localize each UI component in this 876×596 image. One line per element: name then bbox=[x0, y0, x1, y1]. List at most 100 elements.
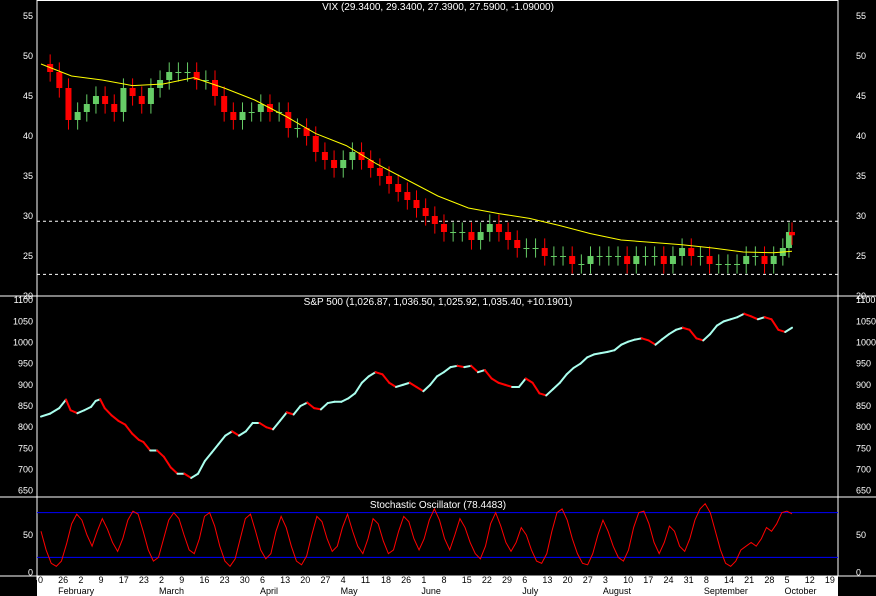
price-segment bbox=[124, 423, 134, 435]
y-tick-label: 1050 bbox=[13, 316, 33, 326]
candle-body bbox=[92, 96, 99, 104]
day-tick-label: 9 bbox=[179, 575, 184, 585]
candle-body bbox=[212, 80, 219, 96]
price-segment bbox=[285, 411, 295, 416]
candle-body bbox=[331, 160, 338, 168]
y-tick-label: 35 bbox=[23, 171, 33, 181]
price-segment bbox=[395, 383, 404, 388]
price-segment bbox=[483, 369, 493, 380]
price-segment bbox=[681, 326, 691, 331]
day-tick-label: 19 bbox=[825, 575, 835, 585]
candle-body bbox=[138, 96, 145, 104]
day-tick-label: 27 bbox=[583, 575, 593, 585]
candle-body bbox=[459, 232, 466, 233]
price-segment bbox=[750, 315, 759, 321]
price-segment bbox=[313, 407, 322, 411]
day-tick-label: 17 bbox=[119, 575, 129, 585]
price-segment bbox=[599, 350, 609, 355]
price-segment bbox=[661, 333, 671, 341]
price-segment bbox=[265, 426, 275, 431]
candle-body bbox=[312, 136, 319, 152]
day-tick-label: 23 bbox=[220, 575, 230, 585]
day-tick-label: 10 bbox=[623, 575, 633, 585]
price-segment bbox=[538, 392, 548, 397]
y-tick-label: 50 bbox=[856, 530, 866, 540]
price-segment bbox=[131, 432, 140, 441]
candle-body bbox=[285, 112, 292, 128]
price-segment bbox=[415, 385, 425, 393]
candle-body bbox=[614, 256, 621, 257]
day-tick-label: 4 bbox=[341, 575, 346, 585]
y-tick-label: 950 bbox=[856, 359, 871, 369]
candle-body bbox=[349, 152, 356, 160]
price-segment bbox=[435, 371, 445, 378]
candle-body bbox=[706, 256, 713, 264]
price-segment bbox=[449, 364, 459, 369]
candle-body bbox=[495, 224, 502, 232]
day-tick-label: 5 bbox=[785, 575, 790, 585]
month-label: August bbox=[603, 586, 632, 596]
day-tick-label: 18 bbox=[381, 575, 391, 585]
price-segment bbox=[237, 430, 247, 437]
price-segment bbox=[388, 381, 398, 388]
candle-body bbox=[789, 232, 795, 236]
price-segment bbox=[442, 366, 452, 374]
price-segment bbox=[579, 356, 589, 365]
price-segment bbox=[756, 316, 766, 321]
y-tick-label: 0 bbox=[28, 567, 33, 577]
y-tick-label: 650 bbox=[18, 486, 33, 496]
candle-body bbox=[450, 232, 457, 233]
candle-body bbox=[724, 264, 731, 265]
candle-body bbox=[468, 232, 475, 240]
day-tick-label: 26 bbox=[58, 575, 68, 585]
y-tick-label: 55 bbox=[856, 11, 866, 21]
day-tick-label: 8 bbox=[704, 575, 709, 585]
candle-body bbox=[120, 88, 127, 112]
price-segment bbox=[103, 407, 113, 417]
candle-body bbox=[505, 232, 512, 240]
candle-body bbox=[743, 256, 750, 264]
month-label: April bbox=[260, 586, 278, 596]
candle-body bbox=[532, 248, 539, 249]
candle-body bbox=[550, 256, 557, 257]
price-segment bbox=[272, 419, 281, 431]
day-tick-label: 9 bbox=[99, 575, 104, 585]
month-label: July bbox=[522, 586, 539, 596]
candle-body bbox=[697, 256, 704, 257]
day-tick-label: 26 bbox=[401, 575, 411, 585]
price-segment bbox=[360, 375, 370, 384]
price-segment bbox=[408, 381, 418, 388]
price-segment bbox=[668, 328, 677, 336]
y-tick-label: 50 bbox=[23, 530, 33, 540]
price-segment bbox=[497, 381, 507, 386]
y-tick-label: 55 bbox=[23, 11, 33, 21]
y-tick-label: 1050 bbox=[856, 316, 876, 326]
price-segment bbox=[688, 328, 698, 340]
price-segment bbox=[231, 430, 240, 437]
month-label: February bbox=[58, 586, 95, 596]
y-tick-label: 25 bbox=[856, 251, 866, 261]
day-tick-label: 2 bbox=[159, 575, 164, 585]
price-segment bbox=[142, 440, 152, 452]
candle-body bbox=[752, 256, 759, 257]
month-label: March bbox=[159, 586, 184, 596]
candle-body bbox=[321, 152, 328, 160]
candle-body bbox=[715, 264, 722, 265]
candle-body bbox=[560, 256, 567, 257]
day-tick-label: 13 bbox=[542, 575, 552, 585]
candle-body bbox=[65, 88, 72, 120]
price-segment bbox=[354, 381, 363, 395]
y-tick-label: 650 bbox=[856, 486, 871, 496]
sp500-panel: S&P 500 (1,026.87, 1,036.50, 1,025.92, 1… bbox=[13, 295, 876, 495]
y-tick-label: 900 bbox=[856, 380, 871, 390]
day-tick-label: 22 bbox=[482, 575, 492, 585]
sp500-title: S&P 500 (1,026.87, 1,036.50, 1,025.92, 1… bbox=[304, 297, 573, 308]
day-tick-label: 12 bbox=[805, 575, 815, 585]
y-tick-label: 25 bbox=[23, 251, 33, 261]
day-tick-label: 21 bbox=[744, 575, 754, 585]
day-tick-label: 8 bbox=[442, 575, 447, 585]
day-tick-label: 20 bbox=[300, 575, 310, 585]
candle-body bbox=[541, 248, 548, 256]
chart-frame bbox=[0, 0, 876, 577]
y-tick-label: 800 bbox=[18, 422, 33, 432]
